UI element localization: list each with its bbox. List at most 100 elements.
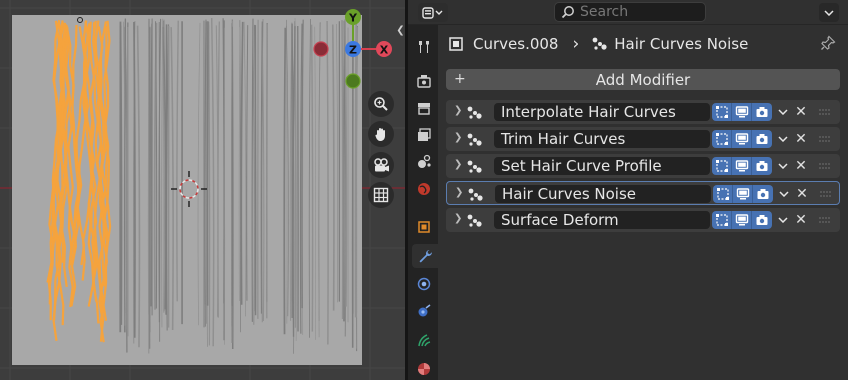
modifier-name-field[interactable]: Surface Deform	[494, 211, 710, 229]
edit-mode-toggle-icon[interactable]	[712, 130, 732, 148]
close-icon[interactable]: ✕	[794, 129, 808, 149]
modifier-name-field[interactable]: Interpolate Hair Curves	[494, 103, 710, 121]
chevron-down-icon[interactable]	[776, 131, 790, 147]
render-toggle-icon[interactable]	[752, 103, 772, 121]
plus-icon: +	[454, 71, 466, 87]
close-icon[interactable]: ✕	[794, 102, 808, 122]
render-toggle-icon[interactable]	[752, 211, 772, 229]
edit-mode-toggle-icon[interactable]	[712, 211, 732, 229]
svg-text:Z: Z	[349, 44, 357, 57]
modifier-panel[interactable]: ❯ Interpolate Hair Curves ✕	[446, 100, 840, 124]
viewport-display-toggle-icon[interactable]	[732, 211, 752, 229]
search-placeholder: Search	[580, 4, 629, 20]
add-modifier-label: Add Modifier	[595, 70, 691, 89]
properties-editor-icon	[422, 6, 443, 19]
render-icon[interactable]	[412, 69, 436, 93]
chevron-down-icon	[824, 9, 834, 16]
close-icon[interactable]: ✕	[794, 210, 808, 230]
edit-mode-toggle-icon[interactable]	[712, 157, 732, 175]
modifier-name-field[interactable]: Hair Curves Noise	[495, 185, 711, 203]
world-icon[interactable]	[412, 177, 436, 201]
drag-handle-icon[interactable]	[818, 107, 832, 117]
modifier-visibility-toggles	[712, 103, 772, 121]
modifier-panel[interactable]: ❯ Trim Hair Curves ✕	[446, 127, 840, 151]
breadcrumb-modifier-name: Hair Curves Noise	[614, 35, 749, 53]
modifier-visibility-toggles	[712, 211, 772, 229]
breadcrumb-object-name: Curves.008	[473, 35, 559, 53]
expand-arrow-icon[interactable]: ❯	[454, 213, 462, 224]
hand-pan-icon[interactable]	[368, 121, 394, 147]
material-icon[interactable]	[412, 357, 436, 380]
particles-icon[interactable]	[412, 272, 436, 296]
breadcrumb-separator: ›	[572, 34, 580, 54]
render-toggle-icon[interactable]	[752, 157, 772, 175]
viewport-display-toggle-icon[interactable]	[732, 130, 752, 148]
search-field[interactable]: Search	[554, 2, 706, 22]
modifier-panel[interactable]: ❯ Surface Deform ✕	[446, 208, 840, 232]
render-toggle-icon[interactable]	[752, 130, 772, 148]
svg-text:Y: Y	[348, 12, 358, 25]
viewport-canvas[interactable]: Y Z X	[0, 0, 405, 380]
expand-arrow-icon[interactable]: ❯	[454, 159, 462, 170]
modifier-icon[interactable]	[412, 244, 438, 268]
neg-x-axis-handle	[313, 41, 329, 57]
modifier-properties-panel: Curves.008 › Hair Curves Noise + Add Mod…	[438, 25, 848, 380]
physics-icon[interactable]	[412, 299, 436, 323]
viewport-display-toggle-icon[interactable]	[732, 103, 752, 121]
drag-handle-icon[interactable]	[819, 189, 833, 199]
close-icon[interactable]: ✕	[794, 156, 808, 176]
output-icon[interactable]	[412, 96, 436, 120]
svg-text:X: X	[380, 44, 389, 57]
hair-curves-noise-icon	[592, 37, 607, 50]
edit-mode-toggle-icon[interactable]	[713, 185, 733, 203]
scene-icon[interactable]	[412, 150, 436, 174]
close-icon[interactable]: ✕	[795, 184, 809, 204]
modifier-name-field[interactable]: Trim Hair Curves	[494, 130, 710, 148]
geometry-nodes-modifier-icon	[467, 106, 482, 119]
grid-ortho-icon[interactable]	[368, 182, 394, 208]
chevron-down-icon[interactable]	[777, 186, 791, 202]
tool-icon[interactable]	[412, 35, 436, 59]
search-icon	[561, 6, 574, 19]
zoom-icon[interactable]	[368, 91, 394, 117]
options-dropdown-button[interactable]	[819, 3, 839, 22]
modifier-panel[interactable]: ❯ Set Hair Curve Profile ✕	[446, 154, 840, 178]
modifier-visibility-toggles	[713, 185, 773, 203]
view-layer-icon[interactable]	[412, 123, 436, 147]
object-icon[interactable]	[412, 215, 436, 239]
breadcrumb: Curves.008 › Hair Curves Noise	[448, 33, 748, 55]
geometry-nodes-modifier-icon	[468, 188, 483, 201]
properties-editor: Search Curves.008 › Hair Curves Noise + …	[408, 0, 848, 380]
drag-handle-icon[interactable]	[818, 161, 832, 171]
modifier-panel[interactable]: ❯ Hair Curves Noise ✕	[446, 181, 840, 205]
chevron-left-icon[interactable]: ❮	[396, 24, 405, 38]
object-icon	[449, 37, 463, 51]
expand-arrow-icon[interactable]: ❯	[455, 187, 463, 198]
modifier-name-field[interactable]: Set Hair Curve Profile	[494, 157, 710, 175]
camera-view-icon[interactable]	[368, 152, 394, 178]
pin-icon[interactable]	[820, 35, 836, 51]
chevron-down-icon[interactable]	[776, 158, 790, 174]
modifier-visibility-toggles	[712, 130, 772, 148]
object-data-hair-icon[interactable]	[412, 328, 436, 352]
drag-handle-icon[interactable]	[818, 134, 832, 144]
geometry-nodes-modifier-icon	[467, 133, 482, 146]
edit-mode-toggle-icon[interactable]	[712, 103, 732, 121]
3d-viewport[interactable]: Y Z X	[0, 0, 405, 380]
properties-header: Search	[408, 0, 848, 25]
viewport-display-toggle-icon[interactable]	[732, 157, 752, 175]
drag-handle-icon[interactable]	[818, 215, 832, 225]
expand-arrow-icon[interactable]: ❯	[454, 132, 462, 143]
viewport-display-toggle-icon[interactable]	[733, 185, 753, 203]
geometry-nodes-modifier-icon	[467, 214, 482, 227]
render-toggle-icon[interactable]	[753, 185, 773, 203]
geometry-nodes-modifier-icon	[467, 160, 482, 173]
add-modifier-button[interactable]: + Add Modifier	[446, 69, 840, 90]
modifier-visibility-toggles	[712, 157, 772, 175]
properties-tabs	[408, 25, 438, 380]
neg-y-axis-handle	[345, 73, 361, 89]
chevron-down-icon[interactable]	[776, 212, 790, 228]
expand-arrow-icon[interactable]: ❯	[454, 105, 462, 116]
chevron-down-icon[interactable]	[776, 104, 790, 120]
editor-type-button[interactable]	[418, 3, 448, 22]
